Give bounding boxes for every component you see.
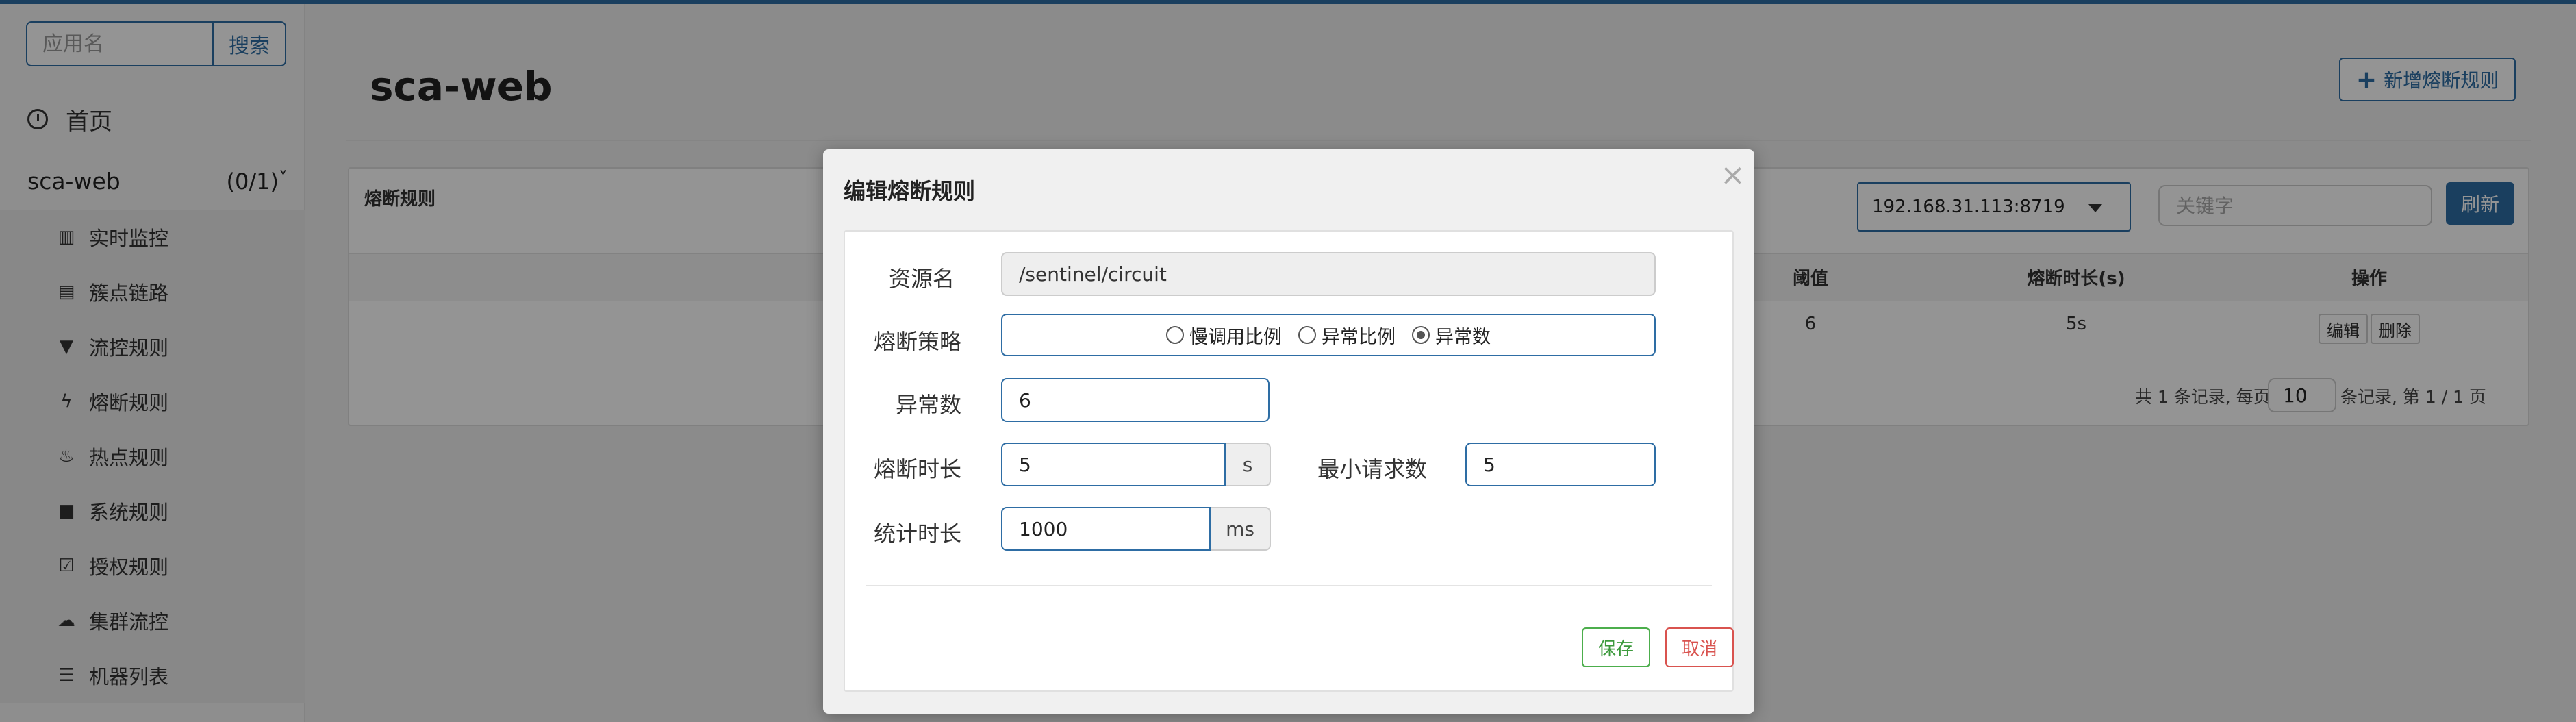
radio-circle[interactable]: [1166, 326, 1184, 344]
dialog-title: 编辑熔断规则: [844, 178, 976, 204]
resource-label: 资源名: [889, 266, 955, 292]
radio-slow-ratio[interactable]: 慢调用比例: [1166, 322, 1282, 349]
save-button[interactable]: 保存: [1582, 627, 1650, 667]
radio-circle-checked[interactable]: [1412, 326, 1430, 344]
stat-label: 统计时长: [874, 521, 962, 547]
edit-degrade-rule-dialog: 编辑熔断规则 × 资源名 熔断策略 慢调用比例 异常比例 异常数 异常数 熔断时…: [823, 149, 1754, 714]
min-request-field[interactable]: [1465, 443, 1656, 486]
stat-field[interactable]: [1001, 507, 1211, 551]
divider: [866, 585, 1712, 586]
duration-field[interactable]: [1001, 443, 1226, 486]
dialog-body: 资源名 熔断策略 慢调用比例 异常比例 异常数 异常数 熔断时长 s 最小请求数…: [844, 230, 1734, 692]
radio-label: 异常比例: [1322, 326, 1396, 348]
radio-circle[interactable]: [1298, 326, 1316, 344]
strategy-radio-group: 慢调用比例 异常比例 异常数: [1001, 314, 1656, 356]
resource-field: [1001, 252, 1656, 296]
cancel-button[interactable]: 取消: [1665, 627, 1734, 667]
close-icon[interactable]: ×: [1720, 160, 1745, 190]
min-request-label: 最小请求数: [1317, 456, 1428, 482]
count-label: 异常数: [896, 392, 962, 418]
radio-label: 异常数: [1435, 326, 1491, 348]
radio-label: 慢调用比例: [1189, 326, 1282, 348]
stat-unit: ms: [1211, 507, 1271, 551]
count-field[interactable]: [1001, 378, 1270, 422]
radio-error-count[interactable]: 异常数: [1412, 322, 1491, 349]
strategy-label: 熔断策略: [874, 329, 962, 355]
duration-label: 熔断时长: [874, 456, 962, 482]
duration-unit: s: [1226, 443, 1271, 486]
radio-error-ratio[interactable]: 异常比例: [1298, 322, 1396, 349]
